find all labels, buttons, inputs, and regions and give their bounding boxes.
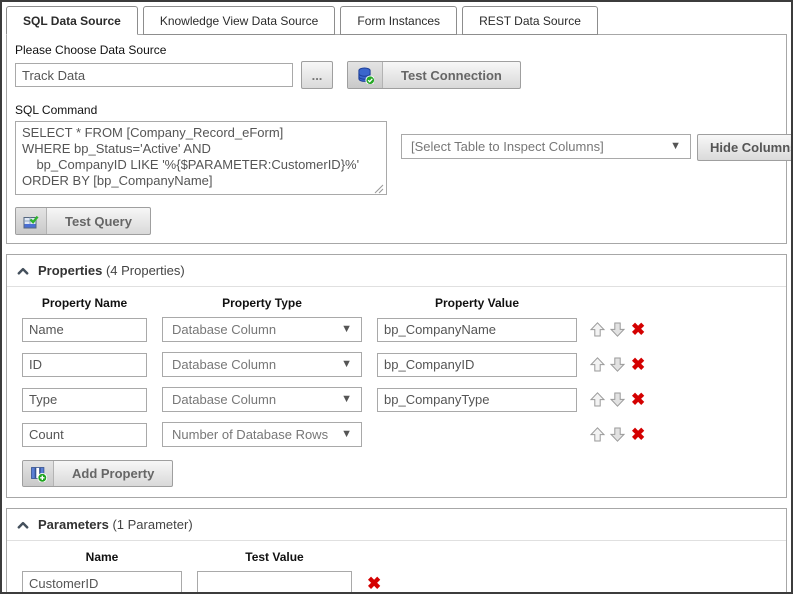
col-header-property-value: Property Value (434, 296, 520, 310)
col-header-test-value: Test Value (245, 550, 304, 564)
collapse-icon (17, 521, 29, 529)
sql-command-wrap: SELECT * FROM [Company_Record_eForm] WHE… (15, 121, 387, 200)
move-down-icon[interactable] (609, 356, 626, 373)
move-up-icon[interactable] (589, 321, 606, 338)
tab-rest-data-source[interactable]: REST Data Source (462, 6, 598, 35)
add-icon (23, 461, 54, 486)
delete-icon[interactable]: ✖ (631, 356, 645, 373)
property-type-value: Number of Database Rows (172, 427, 329, 442)
property-name-input[interactable] (22, 387, 147, 412)
dropdown-arrow-icon: ▼ (341, 428, 352, 440)
parameters-title: Parameters (38, 517, 109, 532)
resize-handle-icon[interactable] (374, 184, 384, 194)
property-type-select[interactable]: Number of Database Rows ▼ (162, 422, 362, 447)
property-row: Database Column ▼ ✖ (22, 387, 786, 412)
datasource-input[interactable] (15, 63, 293, 87)
datasource-row: ... Test Connection (15, 61, 778, 89)
dropdown-arrow-icon: ▼ (341, 393, 352, 405)
col-header-name: Name (85, 550, 119, 564)
property-type-select[interactable]: Database Column ▼ (162, 387, 362, 412)
property-value-input[interactable] (377, 387, 577, 412)
move-up-icon[interactable] (589, 356, 606, 373)
add-property-label: Add Property (72, 466, 155, 481)
test-query-icon (16, 208, 47, 234)
property-type-select[interactable]: Database Column ▼ (162, 352, 362, 377)
parameters-count: (1 Parameter) (112, 517, 193, 532)
property-name-input[interactable] (22, 422, 147, 447)
property-value-input[interactable] (377, 352, 577, 377)
move-down-icon[interactable] (609, 321, 626, 338)
properties-section-header[interactable]: Properties (4 Properties) (7, 255, 786, 287)
parameter-row: ✖ (22, 571, 786, 592)
tab-bar: SQL Data Source Knowledge View Data Sour… (2, 2, 791, 35)
property-name-input[interactable] (22, 352, 147, 377)
property-type-value: Database Column (172, 392, 277, 407)
sql-command-row: SELECT * FROM [Company_Record_eForm] WHE… (15, 121, 791, 200)
property-name-input[interactable] (22, 317, 147, 342)
move-up-icon[interactable] (589, 391, 606, 408)
delete-icon[interactable]: ✖ (631, 426, 645, 443)
property-row: Number of Database Rows ▼ ✖ (22, 422, 786, 447)
table-select-value: [Select Table to Inspect Columns] (411, 139, 604, 154)
property-row: Database Column ▼ ✖ (22, 317, 786, 342)
property-type-value: Database Column (172, 357, 277, 372)
property-row: Database Column ▼ ✖ (22, 352, 786, 377)
tab-sql-data-source[interactable]: SQL Data Source (6, 6, 138, 35)
sql-command-label: SQL Command (15, 103, 98, 117)
sql-command-textarea[interactable]: SELECT * FROM [Company_Record_eForm] WHE… (15, 121, 387, 195)
properties-panel: Properties (4 Properties) Property Name … (6, 254, 787, 498)
properties-table: Property Name Property Type Property Val… (7, 287, 786, 447)
delete-icon[interactable]: ✖ (631, 391, 645, 408)
tab-knowledge-view-data-source[interactable]: Knowledge View Data Source (142, 6, 336, 35)
add-property-button[interactable]: Add Property (22, 460, 174, 487)
parameters-table-header: Name Test Value (22, 550, 786, 564)
delete-icon[interactable]: ✖ (631, 321, 645, 338)
dropdown-arrow-icon: ▼ (670, 140, 681, 152)
dropdown-arrow-icon: ▼ (341, 358, 352, 370)
properties-table-header: Property Name Property Type Property Val… (22, 296, 786, 310)
move-up-icon[interactable] (589, 426, 606, 443)
move-down-icon[interactable] (609, 426, 626, 443)
property-type-value: Database Column (172, 322, 277, 337)
parameters-section-header[interactable]: Parameters (1 Parameter) (7, 509, 786, 541)
property-type-select[interactable]: Database Column ▼ (162, 317, 362, 342)
col-header-property-type: Property Type (222, 296, 302, 310)
inspect-columns-row: [Select Table to Inspect Columns] ▼ Hide… (401, 134, 791, 161)
col-header-property-name: Property Name (41, 296, 128, 310)
browse-button[interactable]: ... (301, 61, 333, 89)
datasource-label: Please Choose Data Source (15, 43, 167, 57)
table-select[interactable]: [Select Table to Inspect Columns] ▼ (401, 134, 691, 159)
delete-icon[interactable]: ✖ (367, 575, 381, 592)
database-check-icon (348, 62, 383, 88)
parameter-test-value-input[interactable] (197, 571, 352, 592)
parameters-table: Name Test Value ✖ (7, 541, 786, 592)
hide-columns-button[interactable]: Hide Columns (697, 134, 791, 161)
test-query-button[interactable]: Test Query (15, 207, 151, 235)
parameters-panel: Parameters (1 Parameter) Name Test Value… (6, 508, 787, 592)
test-connection-button[interactable]: Test Connection (347, 61, 521, 89)
collapse-icon (17, 267, 29, 275)
test-connection-label: Test Connection (401, 67, 502, 83)
move-down-icon[interactable] (609, 391, 626, 408)
sql-datasource-dialog: SQL Data Source Knowledge View Data Sour… (0, 0, 793, 594)
test-query-label: Test Query (65, 213, 132, 229)
sql-tab-panel: Please Choose Data Source ... Test Conne… (6, 34, 791, 244)
properties-count: (4 Properties) (105, 263, 185, 278)
dropdown-arrow-icon: ▼ (341, 323, 352, 335)
properties-title: Properties (38, 263, 103, 278)
property-value-input[interactable] (377, 317, 577, 342)
tab-form-instances[interactable]: Form Instances (340, 6, 458, 35)
parameter-name-input[interactable] (22, 571, 182, 592)
